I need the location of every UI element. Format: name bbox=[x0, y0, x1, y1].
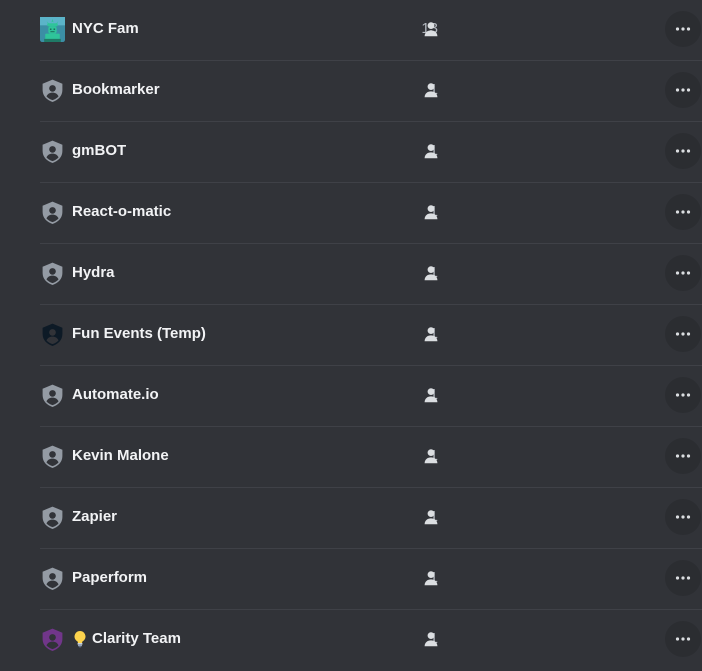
more-options-button[interactable] bbox=[665, 133, 701, 169]
role-name-text: NYC Fam bbox=[72, 20, 139, 37]
role-name: Fun Events (Temp) bbox=[72, 325, 206, 343]
role-name: Automate.io bbox=[72, 386, 159, 404]
more-options-button[interactable] bbox=[665, 316, 701, 352]
statue-of-liberty-icon bbox=[40, 17, 65, 42]
role-name-text: Hydra bbox=[72, 264, 115, 281]
more-options-button[interactable] bbox=[665, 377, 701, 413]
more-dots-icon bbox=[675, 210, 691, 214]
person-icon bbox=[423, 448, 439, 464]
role-shield-icon bbox=[40, 78, 65, 103]
role-name-text: Kevin Malone bbox=[72, 447, 169, 464]
lightbulb-emoji bbox=[72, 630, 89, 648]
role-name: Kevin Malone bbox=[72, 447, 169, 465]
role-name-text: gmBOT bbox=[72, 142, 127, 159]
role-row[interactable]: Hydra 1 bbox=[40, 244, 702, 305]
role-shield-icon bbox=[40, 200, 65, 225]
person-icon bbox=[423, 143, 439, 159]
role-name: Hydra bbox=[72, 264, 115, 282]
role-name-text: Zapier bbox=[72, 508, 118, 525]
role-name: Zapier bbox=[72, 508, 117, 526]
role-row[interactable]: Paperform 1 bbox=[40, 549, 702, 610]
role-row[interactable]: gmBOT 1 bbox=[40, 122, 702, 183]
more-dots-icon bbox=[675, 88, 691, 92]
role-name-text: Fun Events (Temp) bbox=[72, 325, 206, 342]
person-icon bbox=[423, 21, 439, 37]
role-row[interactable]: NYC Fam13 bbox=[40, 0, 702, 61]
role-list: NYC Fam13 Bookmarker1 gmBOT1 React-o-mat… bbox=[40, 0, 702, 671]
more-dots-icon bbox=[675, 393, 691, 397]
role-name: React-o-matic bbox=[72, 203, 171, 221]
role-name: Clarity Team bbox=[72, 630, 181, 648]
role-name-text: Automate.io bbox=[72, 386, 159, 403]
person-icon bbox=[423, 509, 439, 525]
role-name: gmBOT bbox=[72, 142, 126, 160]
role-shield-icon bbox=[40, 383, 65, 408]
role-name-text: Bookmarker bbox=[72, 81, 160, 98]
role-shield-icon bbox=[40, 566, 65, 591]
role-row[interactable]: React-o-matic 1 bbox=[40, 183, 702, 244]
person-icon bbox=[423, 265, 439, 281]
role-row[interactable]: Clarity Team 1 bbox=[40, 610, 702, 671]
more-dots-icon bbox=[675, 515, 691, 519]
role-name-text: React-o-matic bbox=[72, 203, 172, 220]
more-dots-icon bbox=[675, 27, 691, 31]
role-shield-icon bbox=[40, 261, 65, 286]
more-options-button[interactable] bbox=[665, 499, 701, 535]
role-name-text: Paperform bbox=[72, 569, 148, 586]
person-icon bbox=[423, 387, 439, 403]
more-options-button[interactable] bbox=[665, 72, 701, 108]
role-row[interactable]: Kevin Malone 1 bbox=[40, 427, 702, 488]
person-icon bbox=[423, 570, 439, 586]
person-icon bbox=[423, 204, 439, 220]
more-options-button[interactable] bbox=[665, 621, 701, 657]
role-row[interactable]: Zapier 1 bbox=[40, 488, 702, 549]
role-name: NYC Fam bbox=[72, 20, 139, 38]
role-name: Paperform bbox=[72, 569, 147, 587]
more-options-button[interactable] bbox=[665, 255, 701, 291]
role-name-text: Clarity Team bbox=[92, 630, 181, 647]
role-shield-icon bbox=[40, 322, 65, 347]
more-options-button[interactable] bbox=[665, 560, 701, 596]
role-row[interactable]: Bookmarker 1 bbox=[40, 61, 702, 122]
more-options-button[interactable] bbox=[665, 11, 701, 47]
role-shield-icon bbox=[40, 139, 65, 164]
role-name: Bookmarker bbox=[72, 81, 160, 99]
person-icon bbox=[423, 631, 439, 647]
more-dots-icon bbox=[675, 576, 691, 580]
person-icon bbox=[423, 326, 439, 342]
more-dots-icon bbox=[675, 637, 691, 641]
more-dots-icon bbox=[675, 454, 691, 458]
more-dots-icon bbox=[675, 332, 691, 336]
role-row[interactable]: Fun Events (Temp) 1 bbox=[40, 305, 702, 366]
role-shield-icon bbox=[40, 505, 65, 530]
role-row[interactable]: Automate.io 1 bbox=[40, 366, 702, 427]
more-dots-icon bbox=[675, 271, 691, 275]
role-shield-icon bbox=[40, 444, 65, 469]
more-dots-icon bbox=[675, 149, 691, 153]
more-options-button[interactable] bbox=[665, 194, 701, 230]
more-options-button[interactable] bbox=[665, 438, 701, 474]
role-shield-icon bbox=[40, 627, 65, 652]
person-icon bbox=[423, 82, 439, 98]
